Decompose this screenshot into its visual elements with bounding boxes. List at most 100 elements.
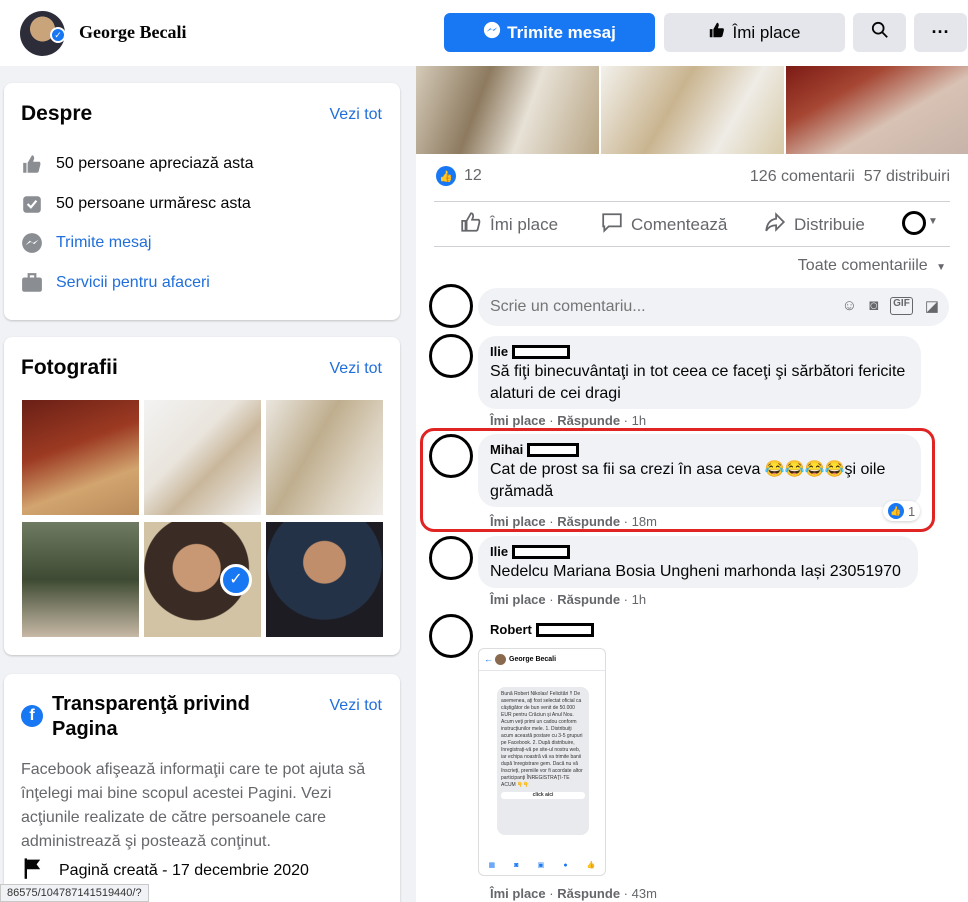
comment-reply-link[interactable]: Răspunde	[557, 413, 620, 428]
about-see-all-link[interactable]: Vezi tot	[330, 106, 382, 124]
comment-button[interactable]: Comentează	[601, 211, 727, 239]
photos-card: Fotografii Vezi tot ✓	[4, 337, 400, 655]
comment-like-link[interactable]: Îmi place	[490, 886, 546, 901]
screenshot-message: Bună Robert Nikolas! Felicitări !! De as…	[497, 687, 589, 835]
comment-input-box[interactable]: ☺ ◙ GIF ◪	[478, 288, 949, 326]
like-icon: 👍	[586, 862, 596, 869]
redacted-avatar	[429, 284, 473, 328]
messenger-icon	[483, 21, 501, 44]
verified-badge-icon: ✓	[50, 27, 66, 43]
about-row-followers: 50 persoane urmăresc asta	[20, 192, 251, 216]
page-title[interactable]: George Becali	[79, 22, 186, 43]
redacted-avatar	[902, 211, 926, 235]
divider	[434, 201, 950, 202]
comment-icon	[601, 211, 623, 239]
mic-icon: ●	[563, 861, 568, 869]
more-options-button[interactable]: ···	[914, 13, 967, 52]
comment-actions: Îmi place · Răspunde · 1h	[490, 413, 647, 428]
send-message-button[interactable]: Trimite mesaj	[444, 13, 655, 52]
avatar	[495, 654, 506, 665]
comment-attached-image[interactable]: ← George Becali Bună Robert Nikolas! Fel…	[478, 648, 606, 876]
divider	[434, 246, 950, 247]
flag-icon	[21, 856, 45, 885]
comment-time[interactable]: 43m	[632, 886, 657, 901]
about-card: Despre Vezi tot 50 persoane apreciază as…	[4, 83, 400, 320]
search-button[interactable]	[853, 13, 906, 52]
facebook-icon: f	[21, 705, 43, 727]
post-image[interactable]	[786, 66, 968, 154]
share-icon	[764, 211, 786, 239]
comment-text: Să fiţi binecuvântaţi in tot ceea ce fac…	[490, 363, 906, 402]
redacted-avatar	[429, 334, 473, 378]
photo-thumbnail[interactable]	[266, 522, 383, 637]
chevron-down-icon[interactable]: ▼	[928, 216, 938, 227]
photo-thumbnail[interactable]: ✓	[144, 522, 261, 637]
comment-reply-link[interactable]: Răspunde	[557, 592, 620, 607]
input-icons: ☺ ◙ GIF ◪	[842, 297, 939, 315]
comment-author[interactable]: Ilie	[490, 344, 909, 359]
like-button[interactable]: Îmi place	[460, 211, 558, 239]
comment-bubble: Ilie Nedelcu Mariana Bosia Ungheni marho…	[478, 536, 918, 588]
reaction-summary[interactable]: 👍 12	[436, 166, 482, 186]
page-created-row: Pagină creată - 17 decembrie 2020	[21, 856, 309, 885]
comment-actions: Îmi place · Răspunde · 43m	[490, 886, 657, 901]
page-header: ✓ George Becali Trimite mesaj Îmi place …	[0, 0, 968, 66]
sticker-icon[interactable]: ◪	[925, 297, 939, 315]
post-image[interactable]	[416, 66, 599, 154]
about-title: Despre	[21, 102, 93, 125]
comments-count-link[interactable]: 126 comentarii	[750, 168, 855, 185]
comment-sort-dropdown[interactable]: Toate comentariile ▼	[798, 257, 946, 275]
comment-text: Nedelcu Mariana Bosia Ungheni marhonda I…	[490, 563, 901, 580]
about-row-business[interactable]: Servicii pentru afaceri	[20, 271, 210, 295]
page-created-text: Pagină creată - 17 decembrie 2020	[59, 861, 309, 879]
about-row-message[interactable]: Trimite mesaj	[20, 231, 151, 255]
comment-like-link[interactable]: Îmi place	[490, 413, 546, 428]
comment-input[interactable]	[490, 288, 820, 326]
like-count: 12	[464, 167, 482, 184]
photos-title: Fotografii	[21, 356, 118, 379]
like-page-button[interactable]: Îmi place	[664, 13, 845, 52]
briefcase-icon	[20, 271, 44, 295]
post-image[interactable]	[601, 66, 784, 154]
photo-thumbnail[interactable]	[144, 400, 261, 515]
verified-badge-icon: ✓	[220, 564, 252, 596]
highlight-box	[420, 428, 935, 532]
messenger-icon	[20, 231, 44, 255]
transparency-description: Facebook afişează informaţii care te pot…	[21, 761, 366, 850]
transparency-title: Transparenţă privind Pagina	[52, 693, 250, 740]
comment-reply-link[interactable]: Răspunde	[557, 886, 620, 901]
image-icon: ▣	[537, 862, 545, 869]
redacted-name	[512, 344, 571, 359]
photos-see-all-link[interactable]: Vezi tot	[330, 360, 382, 378]
photo-thumbnail[interactable]	[266, 400, 383, 515]
transparency-card: f Transparenţă privind Pagina Vezi tot F…	[4, 674, 400, 902]
gif-icon[interactable]: GIF	[890, 297, 913, 315]
comment-author[interactable]: Ilie	[490, 544, 906, 559]
thumbs-up-icon	[708, 21, 726, 44]
redacted-name	[535, 622, 594, 637]
comment-actions: Îmi place · Răspunde · 1h	[490, 592, 647, 607]
camera-icon[interactable]: ◙	[869, 297, 878, 315]
about-row-likes: 50 persoane apreciază asta	[20, 152, 253, 176]
comment-time[interactable]: 1h	[632, 592, 646, 607]
more-icon: ···	[931, 22, 950, 42]
grid-icon: ▦	[488, 862, 496, 869]
search-icon	[871, 21, 889, 44]
comment-like-link[interactable]: Îmi place	[490, 592, 546, 607]
transparency-see-all-link[interactable]: Vezi tot	[330, 697, 382, 715]
photo-thumbnail[interactable]	[22, 522, 139, 637]
emoji-icon[interactable]: ☺	[842, 297, 857, 315]
like-page-label: Îmi place	[732, 22, 801, 42]
comment-bubble: Ilie Să fiţi binecuvântaţi in tot ceea c…	[478, 336, 921, 409]
share-button[interactable]: Distribuie	[764, 211, 865, 239]
shares-count-link[interactable]: 57 distribuiri	[864, 168, 950, 185]
status-url: 86575/104787141519440/?	[0, 884, 149, 902]
comment-author[interactable]: Robert	[490, 622, 594, 637]
chevron-down-icon: ▼	[936, 262, 946, 273]
redacted-name	[512, 544, 571, 559]
redacted-avatar	[429, 614, 473, 658]
photo-thumbnail[interactable]	[22, 400, 139, 515]
comment-time[interactable]: 1h	[632, 413, 646, 428]
screenshot-header: ← George Becali	[479, 649, 605, 671]
redacted-avatar	[429, 536, 473, 580]
